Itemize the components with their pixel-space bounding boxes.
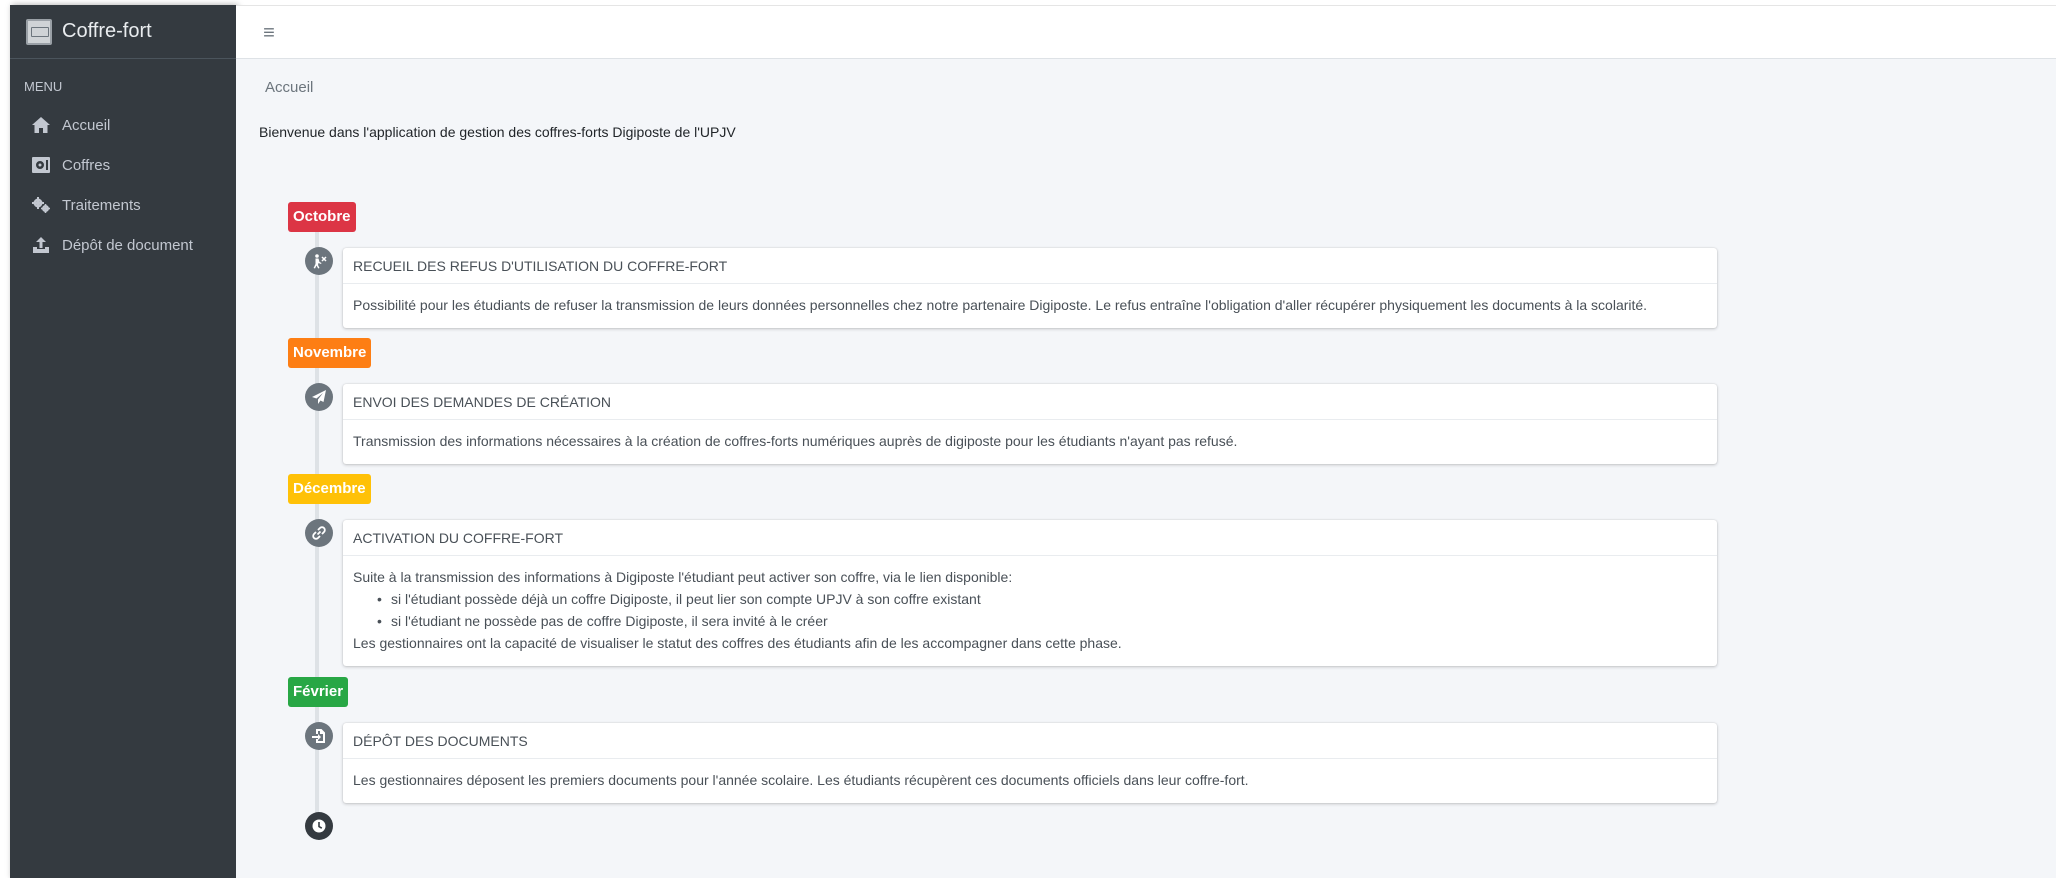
sidebar-item-traitements[interactable]: Traitements xyxy=(10,185,236,225)
sidebar-item-label: Traitements xyxy=(62,196,141,214)
timeline-card-octobre: RECUEIL DES REFUS D'UTILISATION DU COFFR… xyxy=(343,248,1717,328)
sidebar-item-label: Dépôt de document xyxy=(62,236,193,254)
timeline-card-title: ENVOI DES DEMANDES DE CRÉATION xyxy=(343,384,1717,420)
paper-plane-icon xyxy=(305,383,333,411)
clock-icon xyxy=(305,812,333,840)
timeline-label-decembre: Décembre xyxy=(288,474,371,504)
brand-title: Coffre-fort xyxy=(62,20,152,42)
main-content: Accueil Bienvenue dans l'application de … xyxy=(236,59,2056,878)
sidebar-item-label: Coffres xyxy=(62,156,111,174)
brand-link[interactable]: Coffre-fort xyxy=(10,5,236,59)
link-icon xyxy=(305,519,333,547)
timeline-card-body: Transmission des informations nécessaire… xyxy=(353,433,1238,449)
timeline-card-intro: Suite à la transmission des informations… xyxy=(353,569,1013,585)
timeline-card-title: RECUEIL DES REFUS D'UTILISATION DU COFFR… xyxy=(343,248,1717,284)
sidebar: Coffre-fort MENU Accueil Coffres Traitem… xyxy=(10,5,236,878)
timeline-label-octobre: Octobre xyxy=(288,202,356,232)
timeline-card-title: DÉPÔT DES DOCUMENTS xyxy=(343,723,1717,759)
menu-header: MENU xyxy=(24,79,63,94)
timeline-card-novembre: ENVOI DES DEMANDES DE CRÉATION Transmiss… xyxy=(343,384,1717,464)
timeline-card-outro: Les gestionnaires ont la capacité de vis… xyxy=(353,635,1122,651)
sidebar-item-coffres[interactable]: Coffres xyxy=(10,145,236,185)
vault-icon xyxy=(30,154,52,176)
timeline-card-title: ACTIVATION DU COFFRE-FORT xyxy=(343,520,1717,556)
hamburger-icon: ≡ xyxy=(263,22,275,44)
timeline-card-body: Possibilité pour les étudiants de refuse… xyxy=(353,297,1648,313)
list-item: si l'étudiant ne possède pas de coffre D… xyxy=(377,610,1707,632)
top-navbar: ≡ xyxy=(236,5,2056,59)
sidebar-toggle-button[interactable]: ≡ xyxy=(258,23,280,43)
home-icon xyxy=(30,114,52,136)
timeline-label-fevrier: Février xyxy=(288,677,349,707)
timeline-card-decembre: ACTIVATION DU COFFRE-FORT Suite à la tra… xyxy=(343,520,1717,666)
breadcrumb: Accueil xyxy=(265,79,314,96)
timeline-label-novembre: Novembre xyxy=(288,338,372,368)
timeline-card-fevrier: DÉPÔT DES DOCUMENTS Les gestionnaires dé… xyxy=(343,723,1717,803)
list-item: si l'étudiant possède déjà un coffre Dig… xyxy=(377,588,1707,610)
sidebar-item-depot[interactable]: Dépôt de document xyxy=(10,225,236,265)
upload-icon xyxy=(30,234,52,256)
timeline-card-body: Suite à la transmission des informations… xyxy=(343,556,1717,666)
brand-logo-icon xyxy=(26,18,52,45)
timeline-card-body: Les gestionnaires déposent les premiers … xyxy=(353,772,1249,788)
cogs-icon xyxy=(30,194,52,216)
sidebar-item-label: Accueil xyxy=(62,116,111,134)
person-refuse-icon xyxy=(305,247,333,275)
timeline-card-list: si l'étudiant possède déjà un coffre Dig… xyxy=(353,588,1707,632)
sidebar-item-accueil[interactable]: Accueil xyxy=(10,105,236,145)
file-import-icon xyxy=(305,722,333,750)
welcome-text: Bienvenue dans l'application de gestion … xyxy=(259,124,736,140)
